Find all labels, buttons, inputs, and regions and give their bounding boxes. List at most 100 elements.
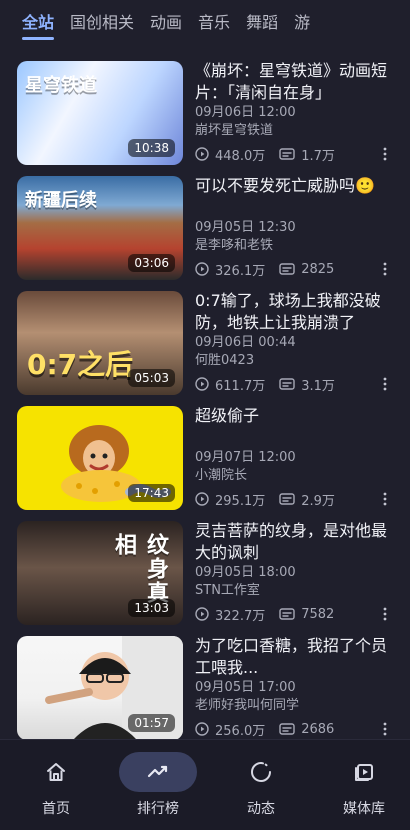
views-stat: 322.7万 — [195, 605, 265, 624]
publish-time: 09月05日 17:00 — [195, 680, 296, 695]
comments-stat: 2825 — [279, 262, 334, 277]
video-thumbnail[interactable]: 新疆后续 03:06 — [17, 176, 183, 280]
channel-name[interactable]: STN工作室 — [195, 582, 387, 600]
video-title[interactable]: 0:7输了，球场上我都没破防，地铁上让我崩溃了 — [195, 290, 387, 334]
trending-icon — [147, 765, 168, 778]
video-title[interactable]: 灵吉菩萨的纹身，是对他最大的讽刺 — [195, 520, 387, 564]
comments-count: 2825 — [301, 261, 335, 277]
danmaku-icon — [279, 608, 295, 620]
more-options-icon[interactable] — [382, 376, 388, 392]
comments-count: 7582 — [301, 606, 335, 622]
danmaku-icon — [279, 378, 295, 390]
video-duration: 01:57 — [128, 714, 175, 732]
views-count: 611.7万 — [215, 378, 266, 394]
list-item[interactable]: 17:43 超级偷子 09月07日 12:00 小潮院长 295.1万 2.9万 — [0, 399, 410, 514]
thumbnail-caption: 0:7之后 — [27, 348, 134, 381]
video-info: 超级偷子 09月07日 12:00 小潮院长 — [195, 405, 387, 485]
views-stat: 295.1万 — [195, 490, 265, 509]
nav-pill — [222, 752, 300, 792]
video-duration: 13:03 — [128, 599, 175, 617]
thumbnail-caption: 新疆后续 — [25, 190, 97, 211]
list-item[interactable]: 01:57 为了吃口香糖，我招了个员工喂我... 09月05日 17:00 老师… — [0, 629, 410, 740]
library-icon — [355, 764, 373, 781]
video-thumbnail[interactable]: 17:43 — [17, 406, 183, 510]
comments-count: 3.1万 — [301, 378, 335, 394]
video-info: 可以不要发死亡威胁吗🙂 09月05日 12:30 是李哆和老铁 — [195, 175, 387, 255]
play-count-icon — [195, 147, 209, 161]
danmaku-icon — [279, 493, 295, 505]
video-info: 《崩坏：星穹铁道》动画短片：「清闲自在身」 09月06日 12:00 崩坏星穹铁… — [195, 60, 387, 140]
top-tabs: 全站 国创相关 动画 音乐 舞蹈 游 — [0, 0, 410, 46]
more-options-icon[interactable] — [382, 491, 388, 507]
comments-count: 1.7万 — [301, 148, 335, 164]
comments-stat: 1.7万 — [279, 145, 335, 164]
channel-name[interactable]: 小潮院长 — [195, 467, 387, 485]
play-count-icon — [195, 607, 209, 621]
views-stat: 611.7万 — [195, 375, 265, 394]
views-stat: 448.0万 — [195, 145, 265, 164]
list-item[interactable]: 0:7之后 05:03 0:7输了，球场上我都没破防，地铁上让我崩溃了 09月0… — [0, 284, 410, 399]
comments-count: 2686 — [301, 721, 335, 737]
nav-item-ranking[interactable]: 排行榜 — [107, 750, 209, 820]
danmaku-icon — [279, 148, 295, 160]
video-stats: 295.1万 2.9万 — [195, 490, 400, 509]
video-info: 0:7输了，球场上我都没破防，地铁上让我崩溃了 09月06日 00:44 何胜0… — [195, 290, 387, 370]
nav-label: 动态 — [247, 801, 275, 817]
views-count: 326.1万 — [215, 263, 266, 279]
tab-label: 游 — [294, 13, 311, 32]
bottom-navigation: 首页 排行榜 动态 媒体库 — [0, 739, 410, 830]
tab-label: 全站 — [22, 13, 55, 32]
nav-pill — [17, 752, 95, 792]
tab-music[interactable]: 音乐 — [198, 0, 246, 46]
play-count-icon — [195, 722, 209, 736]
channel-name[interactable]: 崩坏星穹铁道 — [195, 122, 387, 140]
more-options-icon[interactable] — [382, 146, 388, 162]
channel-name[interactable]: 是李哆和老铁 — [195, 237, 387, 255]
more-options-icon[interactable] — [382, 261, 388, 277]
video-title[interactable]: 可以不要发死亡威胁吗🙂 — [195, 175, 387, 219]
video-thumbnail[interactable]: 0:7之后 05:03 — [17, 291, 183, 395]
video-duration: 05:03 — [128, 369, 175, 387]
comments-count: 2.9万 — [301, 493, 335, 509]
tab-dance[interactable]: 舞蹈 — [246, 0, 294, 46]
comments-stat: 3.1万 — [279, 375, 335, 394]
video-thumbnail[interactable]: 星穹铁道 10:38 — [17, 61, 183, 165]
list-item[interactable]: 星穹铁道 10:38 《崩坏：星穹铁道》动画短片：「清闲自在身」 09月06日 … — [0, 54, 410, 169]
ranking-list: 星穹铁道 10:38 《崩坏：星穹铁道》动画短片：「清闲自在身」 09月06日 … — [0, 54, 410, 740]
views-count: 322.7万 — [215, 608, 266, 624]
video-title[interactable]: 为了吃口香糖，我招了个员工喂我... — [195, 635, 387, 679]
more-options-icon[interactable] — [382, 606, 388, 622]
nav-item-home[interactable]: 首页 — [5, 750, 107, 820]
publish-time: 09月07日 12:00 — [195, 450, 296, 465]
video-thumbnail[interactable]: 纹身真相 13:03 — [17, 521, 183, 625]
publish-time: 09月05日 12:30 — [195, 220, 296, 235]
nav-pill — [325, 752, 403, 792]
nav-item-library[interactable]: 媒体库 — [313, 750, 410, 820]
video-thumbnail[interactable]: 01:57 — [17, 636, 183, 740]
tab-guochuang[interactable]: 国创相关 — [70, 0, 150, 46]
views-stat: 256.0万 — [195, 720, 265, 739]
video-stats: 326.1万 2825 — [195, 260, 400, 279]
tab-game[interactable]: 游 — [294, 0, 326, 46]
channel-name[interactable]: 何胜0423 — [195, 352, 387, 370]
video-duration: 17:43 — [128, 484, 175, 502]
tab-all[interactable]: 全站 — [0, 0, 70, 46]
more-options-icon[interactable] — [382, 721, 388, 737]
channel-name[interactable]: 老师好我叫何同学 — [195, 697, 387, 715]
play-count-icon — [195, 377, 209, 391]
tab-label: 舞蹈 — [246, 13, 279, 32]
play-count-icon — [195, 492, 209, 506]
list-item[interactable]: 新疆后续 03:06 可以不要发死亡威胁吗🙂 09月05日 12:30 是李哆和… — [0, 169, 410, 284]
publish-time: 09月06日 12:00 — [195, 105, 296, 120]
nav-pill-active — [119, 752, 197, 792]
video-duration: 10:38 — [128, 139, 175, 157]
video-title[interactable]: 超级偷子 — [195, 405, 387, 449]
video-duration: 03:06 — [128, 254, 175, 272]
video-title[interactable]: 《崩坏：星穹铁道》动画短片：「清闲自在身」 — [195, 60, 387, 104]
thumbnail-caption: 星穹铁道 — [25, 75, 97, 96]
tab-animation[interactable]: 动画 — [150, 0, 198, 46]
nav-item-activity[interactable]: 动态 — [210, 750, 312, 820]
list-item[interactable]: 纹身真相 13:03 灵吉菩萨的纹身，是对他最大的讽刺 09月05日 18:00… — [0, 514, 410, 629]
comments-stat: 7582 — [279, 607, 334, 622]
activity-icon — [251, 762, 271, 782]
